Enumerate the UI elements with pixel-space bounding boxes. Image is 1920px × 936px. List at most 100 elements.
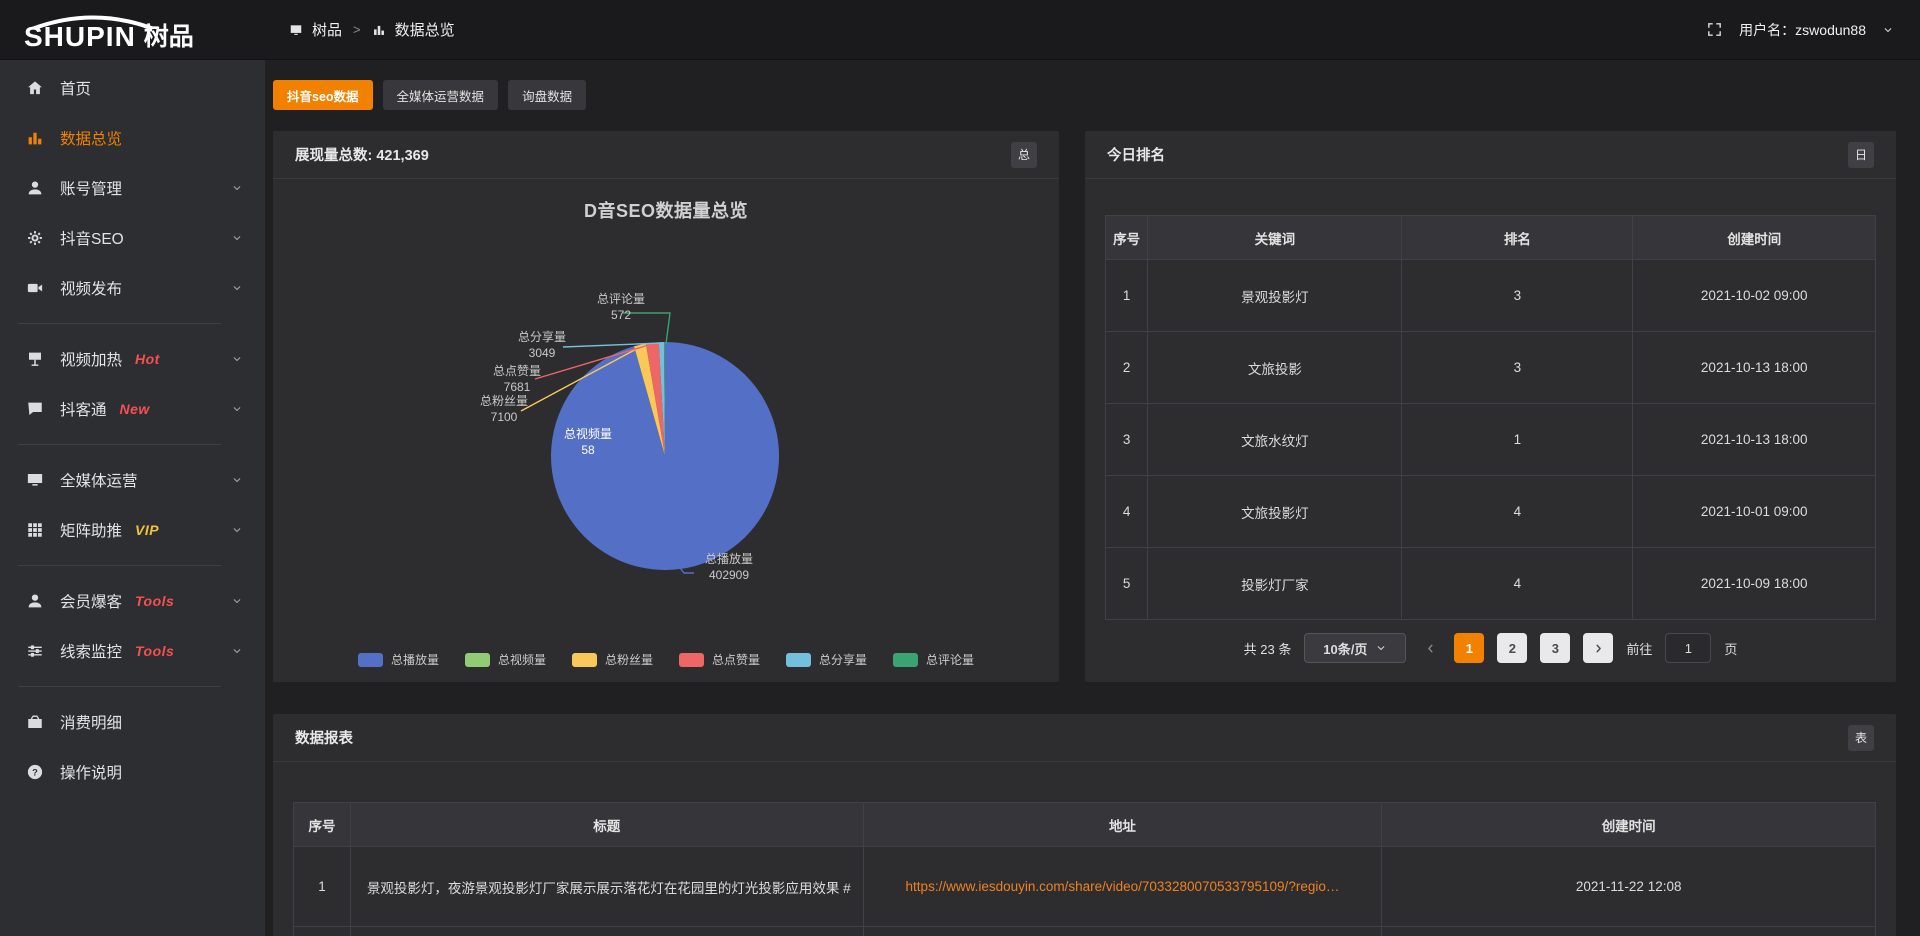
- legend-item-4[interactable]: 总分享量: [786, 651, 867, 668]
- top-panels-row: 展现量总数: 421,369 总 D音SEO数据量总览 总播放量402909总视…: [273, 131, 1896, 682]
- sidebar-item-data-overview[interactable]: 数据总览: [0, 113, 265, 163]
- chevron-down-icon: [231, 595, 243, 607]
- chart-bar-icon: [26, 129, 44, 147]
- sidebar-item-video-publish[interactable]: 视频发布: [0, 263, 265, 313]
- pie-chart[interactable]: [273, 179, 1059, 682]
- ranking-panel-header: 今日排名 日: [1085, 131, 1896, 179]
- table-cell: 4: [1106, 476, 1148, 548]
- page-button-3[interactable]: 3: [1540, 633, 1570, 663]
- chevron-down-icon: [231, 282, 243, 294]
- table-cell: 景观投影灯: [1148, 260, 1402, 332]
- sidebar-item-label: 消费明细: [60, 711, 122, 733]
- sidebar-item-video-heat[interactable]: 视频加热Hot: [0, 334, 265, 384]
- sidebar-item-lead-monitor[interactable]: 线索监控Tools: [0, 626, 265, 676]
- column-header: 序号: [1106, 216, 1148, 260]
- total-badge-button[interactable]: 总: [1011, 142, 1037, 168]
- report-table: 序号标题地址创建时间1景观投影灯，夜游景观投影灯厂家展示展示落花灯在花园里的灯光…: [293, 802, 1876, 936]
- sidebar-item-matrix-boost[interactable]: 矩阵助推VIP: [0, 505, 265, 555]
- sidebar-item-operation-guide[interactable]: ? 操作说明: [0, 747, 265, 797]
- table-row: 1景观投影灯，夜游景观投影灯厂家展示展示落花灯在花园里的灯光投影应用效果 #ht…: [294, 847, 1876, 927]
- legend-label: 总评论量: [926, 651, 974, 668]
- tab-0[interactable]: 抖音seo数据: [273, 80, 373, 110]
- sliders-icon: [26, 642, 44, 660]
- sidebar-item-douketong[interactable]: 抖客通 New: [0, 384, 265, 434]
- table-cell: 2021-10-02 09:00: [1633, 260, 1876, 332]
- pie-chart-area: D音SEO数据量总览 总播放量402909总视频量58总粉丝量7100总点赞量7…: [273, 179, 1059, 682]
- fullscreen-icon[interactable]: [1706, 21, 1723, 38]
- goto-unit: 页: [1724, 639, 1737, 658]
- logo-arc-icon: [28, 15, 158, 29]
- legend-label: 总粉丝量: [605, 651, 653, 668]
- question-icon: ?: [26, 763, 44, 781]
- legend-item-2[interactable]: 总粉丝量: [572, 651, 653, 668]
- legend-swatch: [572, 653, 597, 667]
- page-button-2[interactable]: 2: [1497, 633, 1527, 663]
- sidebar-item-label: 视频加热: [60, 348, 122, 370]
- ranking-table: 序号关键词排名创建时间1景观投影灯32021-10-02 09:002文旅投影3…: [1105, 215, 1876, 620]
- goto-page-input[interactable]: [1665, 633, 1711, 663]
- username[interactable]: 用户名：zswodun88: [1739, 20, 1866, 40]
- app-logo[interactable]: SHUPIN 树品: [0, 9, 265, 51]
- sidebar-item-label: 全媒体运营: [60, 469, 138, 491]
- tab-1[interactable]: 全媒体运营数据: [383, 80, 499, 110]
- chevron-down-icon: [231, 232, 243, 244]
- sidebar-item-douyin-seo[interactable]: 抖音SEO: [0, 213, 265, 263]
- day-badge-button[interactable]: 日: [1848, 142, 1874, 168]
- video-camera-icon: [26, 279, 44, 297]
- legend-item-0[interactable]: 总播放量: [358, 651, 439, 668]
- sidebar-item-tag: New: [120, 401, 150, 417]
- sidebar-item-media-operation[interactable]: 全媒体运营: [0, 455, 265, 505]
- report-panel-header: 数据报表 表: [273, 714, 1896, 762]
- sidebar-item-consumption-detail[interactable]: 消费明细: [0, 697, 265, 747]
- sidebar-item-label: 会员爆客: [60, 590, 122, 612]
- table-cell: 投影灯厂家: [1148, 548, 1402, 620]
- sidebar-item-label: 抖客通: [60, 398, 107, 420]
- next-page-button[interactable]: [1583, 633, 1613, 663]
- page-size-select[interactable]: 10条/页: [1304, 633, 1406, 663]
- sidebar-item-account-management[interactable]: 账号管理: [0, 163, 265, 213]
- sidebar-divider: [18, 565, 221, 566]
- table-cell: 文旅水纹灯: [1148, 404, 1402, 476]
- legend-label: 总播放量: [391, 651, 439, 668]
- video-link[interactable]: https://www.iesdouyin.com/share/video/70…: [906, 879, 1340, 894]
- column-header: 创建时间: [1382, 803, 1876, 847]
- topbar: SHUPIN 树品 树品 > 数据总览 用户名：zswodun88: [0, 0, 1920, 60]
- page-number-buttons: 123: [1454, 633, 1570, 663]
- column-header: 创建时间: [1633, 216, 1876, 260]
- sidebar-item-label: 首页: [60, 77, 91, 99]
- table-cell: 3: [1402, 260, 1633, 332]
- table-cell: 4: [1402, 476, 1633, 548]
- legend-swatch: [465, 653, 490, 667]
- breadcrumb-root[interactable]: 树品: [312, 19, 342, 40]
- page-button-1[interactable]: 1: [1454, 633, 1484, 663]
- chart-panel-header: 展现量总数: 421,369 总: [273, 131, 1059, 179]
- table-badge-button[interactable]: 表: [1848, 725, 1874, 751]
- breadcrumb: 树品 > 数据总览: [265, 19, 455, 40]
- sidebar-item-tag: Tools: [135, 643, 174, 659]
- legend-item-3[interactable]: 总点赞量: [679, 651, 760, 668]
- impressions-total: 展现量总数: 421,369: [295, 144, 429, 165]
- sidebar-item-label: 数据总览: [60, 127, 122, 149]
- prev-page-button[interactable]: [1419, 633, 1441, 663]
- breadcrumb-current[interactable]: 数据总览: [395, 19, 455, 40]
- sidebar-item-home[interactable]: 首页: [0, 63, 265, 113]
- legend-item-1[interactable]: 总视频量: [465, 651, 546, 668]
- sidebar-item-tag: Tools: [135, 593, 174, 609]
- legend-item-5[interactable]: 总评论量: [893, 651, 974, 668]
- sidebar-item-member-baoke[interactable]: 会员爆客 Tools: [0, 576, 265, 626]
- home-icon: [26, 79, 44, 97]
- table-row: 5投影灯厂家42021-10-09 18:00: [1106, 548, 1876, 620]
- user-icon: [26, 179, 44, 197]
- chevron-down-icon: [231, 645, 243, 657]
- chart-legend: 总播放量 总视频量 总粉丝量 总点赞量 总分享量 总评论量: [273, 651, 1059, 668]
- table-cell: 5: [1106, 548, 1148, 620]
- table-cell: 文旅投影: [1148, 332, 1402, 404]
- sidebar-item-label: 操作说明: [60, 761, 122, 783]
- caret-down-icon[interactable]: [1882, 24, 1894, 36]
- tab-2[interactable]: 询盘数据: [508, 80, 586, 110]
- column-header: 排名: [1402, 216, 1633, 260]
- report-title: 数据报表: [295, 727, 353, 748]
- table-cell: 文旅投影灯: [1148, 476, 1402, 548]
- table-cell: 2021-10-13 18:00: [1633, 332, 1876, 404]
- table-cell: 1: [294, 847, 351, 927]
